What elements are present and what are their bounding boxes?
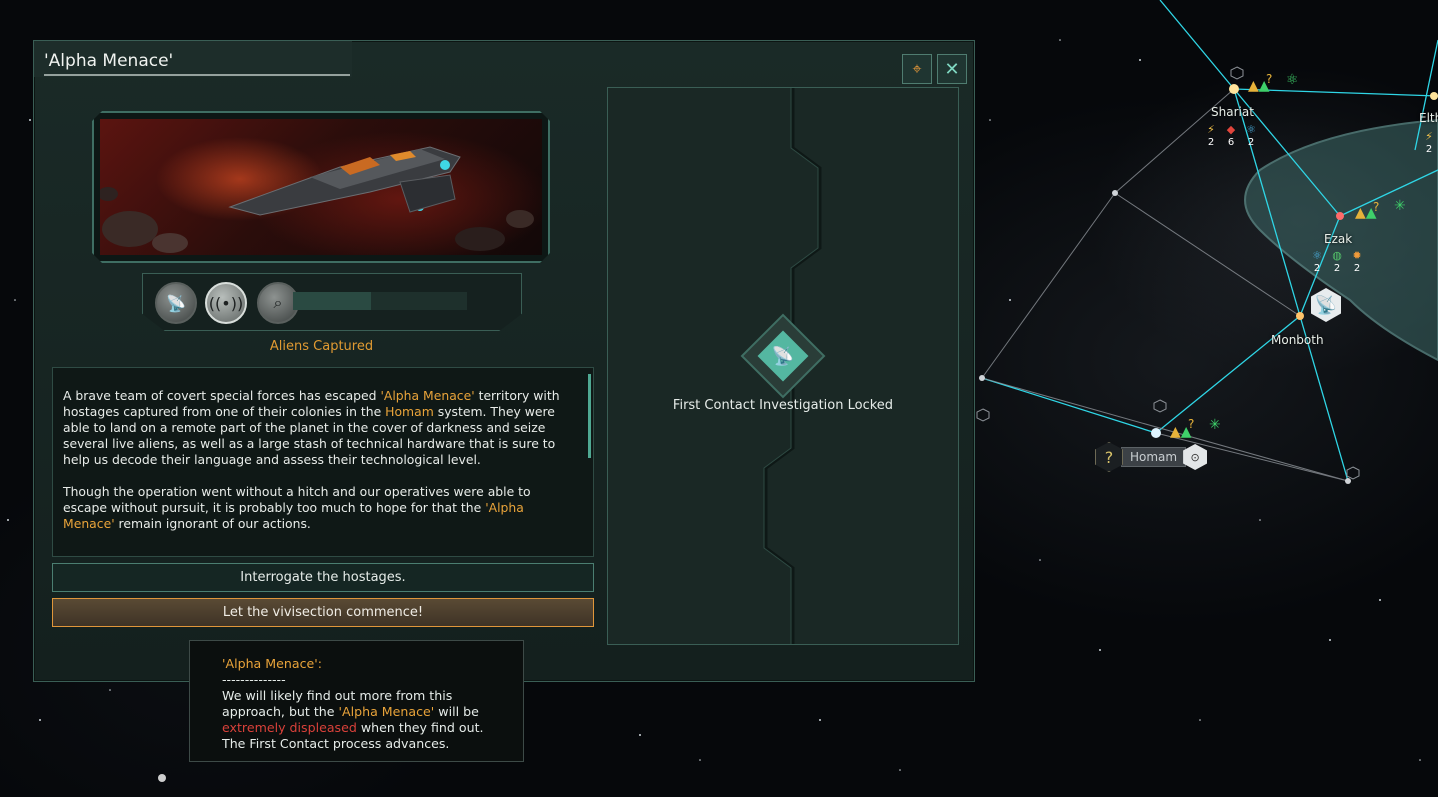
option-interrogate-button[interactable]: Interrogate the hostages. [52, 563, 594, 592]
engineering-icon: ✹ [1352, 249, 1362, 262]
investigation-status: First Contact Investigation Locked [672, 398, 894, 413]
option-vivisection-button[interactable]: Let the vivisection commence! [52, 598, 594, 627]
highlighted-name: 'Alpha Menace' [380, 388, 475, 403]
energy-icon: ⚡ [1207, 123, 1215, 136]
system-resources-shariat: ⚡ 2 ◆ 6 ⚛ 2 [1207, 123, 1256, 149]
signal-icon[interactable]: ((•)) [205, 282, 247, 324]
system-label-ezak[interactable]: Ezak [1324, 232, 1352, 246]
atom-icon: ⚛ [1286, 72, 1299, 88]
description-text: A brave team of covert special forces ha… [63, 388, 381, 403]
system-tag-homam[interactable]: ? Homam ⊙ [1095, 442, 1208, 472]
tooltip-effect: The First Contact process advances. [222, 736, 450, 751]
system-label-homam: Homam [1121, 447, 1187, 467]
atom-icon: ✳ [1394, 198, 1406, 214]
atom-icon: ✳ [1209, 417, 1221, 433]
progress-fill [293, 292, 372, 310]
event-description: A brave team of covert special forces ha… [63, 388, 578, 548]
asteroids [100, 119, 540, 253]
research-icon: ⚛ [1312, 249, 1322, 262]
event-description-box: A brave team of covert special forces ha… [52, 367, 594, 557]
research-icon: ⚛ [1246, 123, 1256, 136]
satellite-dish-icon: 📡 [771, 345, 795, 367]
satellite-dish-icon[interactable]: 📡 [155, 282, 197, 324]
system-label-shariat[interactable]: Shariat [1211, 105, 1254, 119]
first-contact-progress-bar [293, 292, 467, 310]
focus-camera-button[interactable]: ⌖ [902, 54, 932, 84]
tooltip-separator: -------------- [222, 672, 286, 687]
first-contact-event-window: 'Alpha Menace' ⌖ ✕ 📡 ((•)) ⌕ Aliens Capt… [33, 40, 975, 682]
scrollbar[interactable] [588, 374, 591, 458]
crosshair-camera-icon: ⌖ [912, 59, 922, 78]
description-text: Though the operation went without a hitc… [63, 484, 531, 515]
system-label-monboth[interactable]: Monboth [1271, 333, 1324, 347]
energy-icon: ⚡ [1425, 130, 1433, 143]
tooltip-empire-name: 'Alpha Menace' [338, 704, 435, 719]
description-paragraph: A brave team of covert special forces ha… [63, 388, 578, 468]
description-paragraph: Though the operation went without a hitc… [63, 484, 578, 532]
event-picture [100, 119, 542, 255]
tooltip-header: 'Alpha Menace': [222, 656, 322, 671]
tooltip-opinion-warning: extremely displeased [222, 720, 357, 735]
system-label-elth[interactable]: Elth [1419, 111, 1438, 125]
close-button[interactable]: ✕ [937, 54, 967, 84]
description-text: remain ignorant of our actions. [114, 516, 311, 531]
stage-name: Aliens Captured [269, 339, 374, 354]
event-picture-frame [92, 111, 550, 263]
system-resources-elth: ⚡ 2 [1425, 130, 1433, 156]
highlighted-name: Homam [385, 404, 434, 419]
society-icon: ◍ [1332, 249, 1342, 262]
question-mark-icon: ? [1373, 200, 1380, 214]
tooltip-body: We will likely find out more from this a… [222, 688, 484, 735]
close-icon: ✕ [944, 58, 960, 80]
minerals-icon: ◆ [1226, 123, 1236, 136]
title-underline [44, 74, 350, 76]
starbase-icon: ⊙ [1183, 444, 1208, 470]
window-title: 'Alpha Menace' [44, 51, 174, 71]
option-tooltip: 'Alpha Menace': -------------- We will l… [189, 640, 524, 762]
unknown-empire-icon: ? [1095, 442, 1123, 472]
first-contact-stage-bar: 📡 ((•)) ⌕ [142, 273, 522, 331]
title-tab: 'Alpha Menace' [33, 40, 352, 77]
system-resources-ezak: ⚛ 2 ◍ 2 ✹ 2 [1312, 249, 1362, 275]
question-mark-icon: ? [1266, 72, 1273, 86]
question-mark-icon: ? [1188, 417, 1195, 431]
investigation-panel: 📡 First Contact Investigation Locked [607, 87, 959, 645]
